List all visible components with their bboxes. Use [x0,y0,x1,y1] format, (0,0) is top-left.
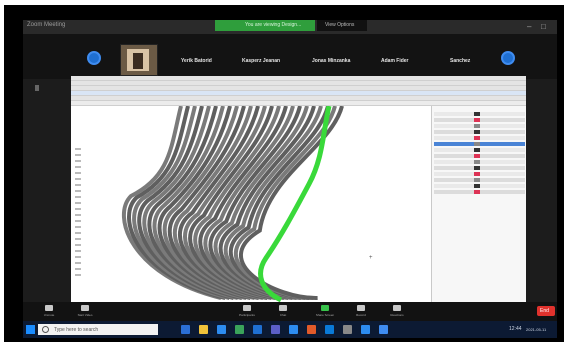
word-icon[interactable] [325,325,334,334]
window-title: Zoom Meeting [27,22,66,28]
taskbar-search-placeholder: Type here to search [54,327,99,333]
layer-row[interactable] [434,166,525,170]
layer-row[interactable] [434,178,525,182]
zoom-icon[interactable] [253,325,262,334]
chat-icon [279,305,287,311]
view-options-label: View Options [325,22,355,28]
layer-color-swatch[interactable] [474,142,480,146]
layer-row[interactable] [434,148,525,152]
reactions-button[interactable]: Reactions [383,302,411,321]
layer-color-swatch[interactable] [474,118,480,122]
layer-row[interactable] [434,190,525,194]
minimize-icon[interactable]: – [527,22,531,31]
share-screen-button[interactable]: Share Screen [311,302,339,321]
zoom-window: Zoom Meeting You are viewing Design... V… [23,20,557,338]
mic-muted-button[interactable]: Unmute [35,302,63,321]
end-meeting-label: End [540,308,549,314]
task-view-icon[interactable] [181,325,190,334]
search-icon [42,326,49,333]
next-page-icon[interactable] [501,51,515,65]
side-panel-handle[interactable] [35,85,39,91]
layer-color-swatch[interactable] [474,184,480,188]
layer-row[interactable] [434,172,525,176]
record-icon [357,305,365,311]
control-label: Reactions [390,313,404,317]
layer-row[interactable] [434,154,525,158]
control-label: Unmute [43,313,55,317]
layer-row[interactable] [434,118,525,122]
mic-muted-icon [45,305,53,311]
viewport-side-tools[interactable] [75,148,81,278]
layer-color-swatch[interactable] [474,148,480,152]
layer-row[interactable] [434,142,525,146]
participant-video-thumbnail[interactable] [120,44,158,76]
taskbar-search[interactable]: Type here to search [38,324,158,335]
layer-row[interactable] [434,160,525,164]
participant-name[interactable]: Sanchez [450,58,470,64]
teams-icon[interactable] [271,325,280,334]
screenshot-frame: Zoom Meeting You are viewing Design... V… [4,5,564,342]
control-label: Share Screen [315,313,335,317]
video-off-icon [81,305,89,311]
file-explorer-icon[interactable] [199,325,208,334]
participant-name[interactable]: Jonas Minzanka [312,58,350,64]
cursor-icon: + [369,255,373,261]
layer-color-swatch[interactable] [474,166,480,170]
view-options-button[interactable]: View Options [317,20,367,31]
layer-color-swatch[interactable] [474,130,480,134]
layer-color-swatch[interactable] [474,178,480,182]
person-silhouette [133,53,143,69]
layer-row[interactable] [434,184,525,188]
shared-screen: + [71,76,526,302]
chair-slats [121,105,344,301]
windows-start-icon[interactable] [26,325,35,334]
participant-name[interactable]: Kasperz Jeanan [242,58,280,64]
control-label: Chat [279,313,287,317]
reactions-icon [393,305,401,311]
layer-row[interactable] [434,136,525,140]
chair-model-render: + [121,105,373,302]
excel-icon[interactable] [235,325,244,334]
layer-row[interactable] [434,130,525,134]
settings-icon[interactable] [343,325,352,334]
properties-panel[interactable] [431,106,526,302]
layer-color-swatch[interactable] [474,190,480,194]
control-label: Record [356,313,366,317]
end-meeting-button[interactable]: End [537,306,555,316]
edge-icon[interactable] [217,325,226,334]
participant-strip: Yerik Batorid Kasperz Jeanan Jonas Minza… [23,34,557,79]
layer-row[interactable] [434,112,525,116]
participants-icon [243,305,251,311]
participant-name[interactable]: Yerik Batorid [181,58,212,64]
photos-icon[interactable] [379,325,388,334]
layer-color-swatch[interactable] [474,172,480,176]
meeting-controls: Unmute Start Video Participants Chat Share S… [23,302,557,321]
model-viewport[interactable]: + [71,105,431,302]
layer-color-swatch[interactable] [474,124,480,128]
layer-color-swatch[interactable] [474,160,480,164]
chat-button[interactable]: Chat [269,302,297,321]
maximize-icon[interactable]: □ [541,22,546,31]
participant-name[interactable]: Adam Fider [381,58,409,64]
share-screen-icon [321,305,329,311]
screen-share-banner[interactable]: You are viewing Design... [215,20,315,31]
layer-color-swatch[interactable] [474,112,480,116]
record-button[interactable]: Record [347,302,375,321]
previous-page-icon[interactable] [87,51,101,65]
powerpoint-icon[interactable] [307,325,316,334]
title-bar: Zoom Meeting You are viewing Design... V… [23,20,557,34]
video-off-button[interactable]: Start Video [71,302,99,321]
screen-share-banner-text: You are viewing Design... [245,22,302,28]
control-label: Participants [239,313,255,317]
participants-button[interactable]: Participants [233,302,261,321]
clock-time: 12:44 [509,326,522,332]
layer-color-swatch[interactable] [474,136,480,140]
control-label: Start Video [77,313,93,317]
store-icon[interactable] [361,325,370,334]
layer-color-swatch[interactable] [474,154,480,158]
layer-row[interactable] [434,124,525,128]
mail-icon[interactable] [289,325,298,334]
windows-taskbar: Type here to search 12:44 2021-05-11 [23,321,557,338]
clock-date: 2021-05-11 [526,327,547,332]
